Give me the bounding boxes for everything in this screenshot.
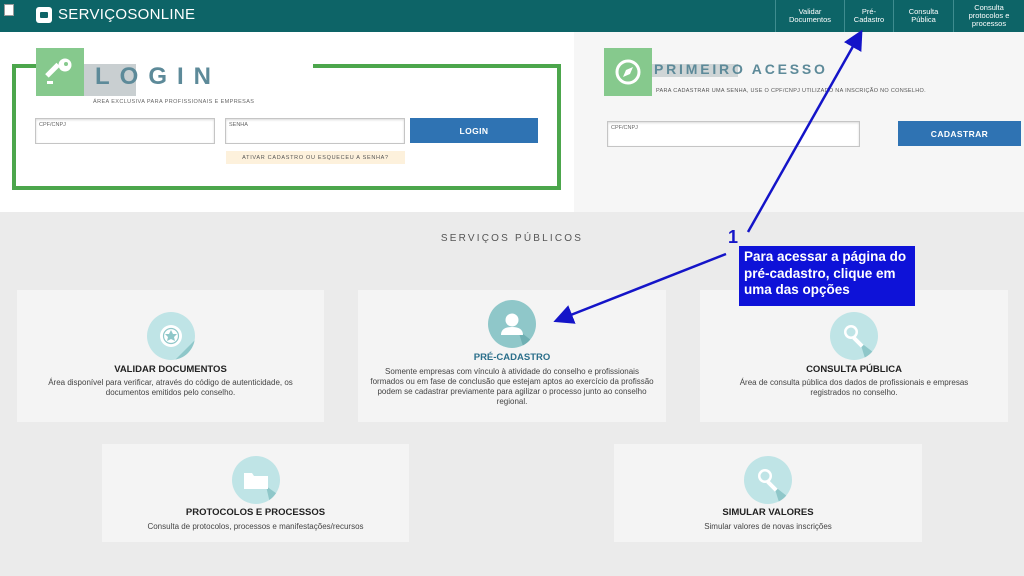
arrow-to-card (553, 252, 727, 324)
arrow-to-nav (746, 29, 863, 233)
compass-icon (604, 48, 738, 96)
annotation-callout: Para acessar a página do pré-cadastro, c… (739, 246, 915, 306)
key-icon (36, 48, 136, 96)
annotation-number: 1 (728, 227, 739, 247)
